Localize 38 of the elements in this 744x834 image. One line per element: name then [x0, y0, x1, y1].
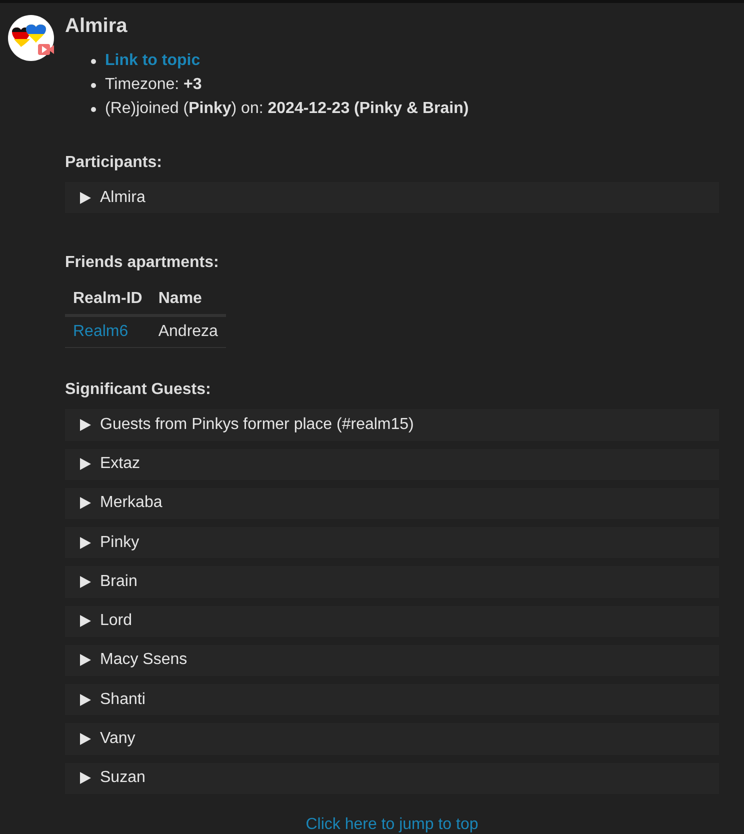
caret-icon — [79, 497, 91, 510]
info-text: Timezone: +3 — [105, 75, 202, 95]
collapsible-row[interactable]: Shanti — [65, 684, 719, 716]
column-header: Realm-ID — [65, 284, 150, 316]
section-heading: Significant Guests: — [65, 381, 212, 400]
collapsible-row[interactable]: Almira — [65, 182, 719, 214]
bullet-icon — [91, 106, 96, 112]
caret-icon — [79, 458, 91, 470]
caret-icon — [79, 192, 91, 204]
bullet-icon — [91, 82, 96, 88]
collapsible-row[interactable]: Lord — [65, 606, 719, 637]
caret-icon — [79, 615, 91, 628]
collapsible-row[interactable]: Suzan — [65, 762, 719, 794]
caret-icon — [79, 576, 91, 588]
collapsible-row[interactable]: Vany — [65, 723, 719, 755]
caret-icon — [79, 654, 91, 666]
collapsible-row[interactable]: Brain — [65, 566, 719, 598]
caret-icon — [79, 772, 91, 784]
collapsible-row[interactable]: Macy Ssens — [65, 644, 719, 676]
section-heading: Participants: — [65, 154, 163, 172]
column-header: Name — [150, 284, 226, 316]
avatar-icon — [8, 15, 54, 61]
bullet-icon — [91, 58, 96, 64]
caret-icon — [79, 694, 91, 706]
collapsible-row[interactable]: Merkaba — [65, 488, 719, 520]
caret-icon — [79, 536, 91, 549]
realm-link[interactable]: Realm6 — [73, 323, 128, 340]
collapsible-row[interactable]: Pinky — [65, 527, 719, 558]
topic-link[interactable]: Link to topic — [105, 49, 200, 73]
collapsible-row[interactable]: Guests from Pinkys former place (#realm15) — [65, 409, 719, 441]
table-cell: Andreza — [150, 316, 226, 348]
info-text: (Re)joined (Pinky) on: 2024-12-23 (Pinky & Brain) — [105, 99, 469, 119]
caret-icon — [79, 418, 91, 431]
collapsible-row[interactable]: Extaz — [65, 448, 719, 480]
page-title: Almira — [65, 15, 128, 37]
caret-icon — [79, 733, 91, 746]
jump-to-top-link[interactable]: Click here to jump to top — [306, 816, 478, 834]
section-heading: Friends apartments: — [65, 254, 220, 272]
